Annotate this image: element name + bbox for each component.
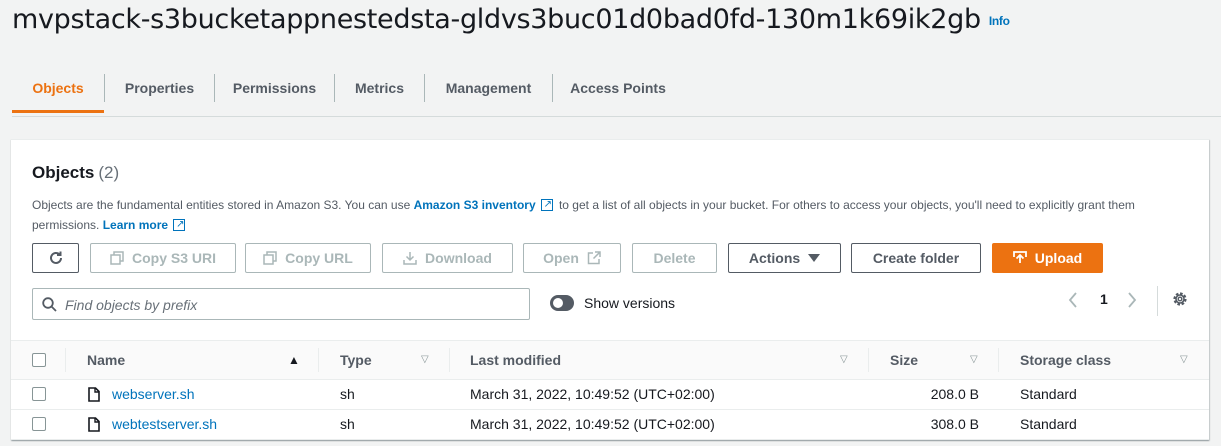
download-label: Download — [425, 250, 492, 266]
download-button[interactable]: Download — [382, 243, 513, 273]
tab-bar: Objects Properties Permissions Metrics M… — [12, 66, 1221, 117]
tab-metrics[interactable]: Metrics — [335, 66, 424, 110]
object-storage-class: Standard — [1020, 416, 1077, 432]
upload-icon — [1012, 251, 1027, 265]
tab-permissions[interactable]: Permissions — [215, 66, 334, 110]
object-last-modified: March 31, 2022, 10:49:52 (UTC+02:00) — [470, 386, 715, 402]
current-page-number[interactable]: 1 — [1100, 291, 1108, 307]
column-header-name[interactable]: Name — [87, 341, 125, 379]
external-link-icon — [173, 215, 186, 235]
bucket-title: mvpstack-s3bucketappnestedsta-gldvs3buc0… — [12, 4, 1010, 35]
tab-properties[interactable]: Properties — [105, 66, 214, 110]
caret-down-icon — [808, 254, 821, 262]
column-divider — [65, 348, 66, 372]
table-row: webtestserver.sh sh March 31, 2022, 10:4… — [11, 409, 1209, 440]
copy-s3-uri-label: Copy S3 URI — [131, 250, 216, 266]
next-page-icon[interactable] — [1127, 292, 1137, 313]
row-checkbox[interactable] — [32, 417, 46, 431]
column-header-size[interactable]: Size — [890, 341, 918, 379]
file-icon — [88, 417, 100, 437]
refresh-icon — [48, 250, 64, 266]
create-folder-label: Create folder — [872, 250, 960, 266]
objects-panel: Objects (2) Objects are the fundamental e… — [11, 139, 1209, 440]
object-type: sh — [340, 386, 355, 402]
open-button[interactable]: Open — [523, 243, 621, 273]
column-divider — [868, 348, 869, 372]
object-count: (2) — [98, 163, 120, 182]
sort-ascending-icon[interactable]: ▲ — [288, 341, 300, 379]
column-header-last-modified[interactable]: Last modified — [470, 341, 561, 379]
panel-title-text: Objects — [32, 163, 95, 182]
info-link[interactable]: Info — [989, 14, 1010, 28]
copy-url-button[interactable]: Copy URL — [245, 243, 371, 273]
table-header: Name ▲ Type ▽ Last modified ▽ Size ▽ Sto… — [11, 340, 1209, 380]
search-box — [32, 288, 530, 320]
sort-icon[interactable]: ▽ — [421, 341, 429, 379]
search-icon — [42, 297, 57, 317]
upload-button[interactable]: Upload — [992, 243, 1103, 273]
description-text-1: Objects are the fundamental entities sto… — [32, 198, 411, 212]
table-row: webserver.sh sh March 31, 2022, 10:49:52… — [11, 379, 1209, 410]
search-input[interactable] — [63, 293, 522, 317]
external-link-icon — [587, 251, 601, 265]
actions-label: Actions — [748, 250, 801, 266]
actions-dropdown[interactable]: Actions — [728, 243, 841, 273]
s3-inventory-link[interactable]: Amazon S3 inventory — [414, 198, 536, 212]
column-divider — [998, 348, 999, 372]
object-name-link[interactable]: webtestserver.sh — [112, 409, 217, 439]
sort-icon[interactable]: ▽ — [1180, 341, 1188, 379]
column-divider — [318, 348, 319, 372]
object-size: 208.0 B — [930, 386, 979, 402]
refresh-button[interactable] — [32, 243, 79, 273]
learn-more-link[interactable]: Learn more — [103, 218, 168, 232]
object-last-modified: March 31, 2022, 10:49:52 (UTC+02:00) — [470, 416, 715, 432]
copy-url-label: Copy URL — [285, 250, 353, 266]
pager-divider — [1157, 286, 1158, 316]
gear-icon[interactable] — [1171, 290, 1189, 313]
show-versions-label: Show versions — [584, 295, 676, 311]
tab-management[interactable]: Management — [425, 66, 552, 110]
panel-description: Objects are the fundamental entities sto… — [32, 195, 1182, 235]
tab-access-points[interactable]: Access Points — [553, 66, 683, 110]
column-divider — [449, 348, 450, 372]
previous-page-icon[interactable] — [1068, 292, 1078, 313]
delete-label: Delete — [653, 250, 696, 266]
panel-title: Objects (2) — [32, 163, 119, 183]
open-label: Open — [543, 250, 579, 266]
object-type: sh — [340, 416, 355, 432]
column-header-storage-class[interactable]: Storage class — [1020, 341, 1111, 379]
copy-s3-uri-button[interactable]: Copy S3 URI — [90, 243, 236, 273]
column-header-type[interactable]: Type — [340, 341, 372, 379]
sort-icon[interactable]: ▽ — [840, 341, 848, 379]
show-versions-toggle[interactable] — [550, 295, 574, 311]
select-all-checkbox[interactable] — [32, 353, 46, 367]
copy-icon — [263, 251, 277, 265]
file-icon — [88, 387, 100, 407]
create-folder-button[interactable]: Create folder — [851, 243, 981, 273]
copy-icon — [110, 251, 124, 265]
delete-button[interactable]: Delete — [632, 243, 717, 273]
bucket-name: mvpstack-s3bucketappnestedsta-gldvs3buc0… — [12, 4, 981, 35]
download-icon — [403, 251, 417, 265]
external-link-icon — [540, 195, 553, 215]
object-storage-class: Standard — [1020, 386, 1077, 402]
object-size: 308.0 B — [930, 416, 979, 432]
upload-label: Upload — [1034, 250, 1083, 266]
row-checkbox[interactable] — [32, 387, 46, 401]
object-name-link[interactable]: webserver.sh — [112, 379, 194, 409]
sort-icon[interactable]: ▽ — [970, 341, 978, 379]
tab-objects[interactable]: Objects — [12, 66, 104, 113]
